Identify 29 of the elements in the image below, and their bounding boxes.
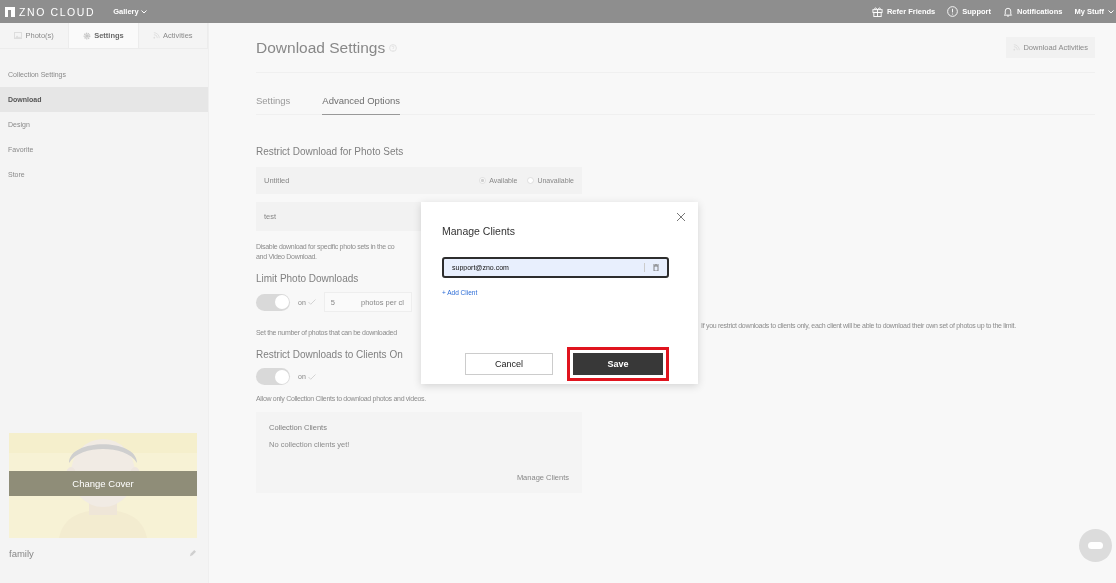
settings-tab[interactable]: Settings <box>256 95 291 115</box>
check-icon <box>307 373 316 380</box>
check-icon <box>307 299 316 305</box>
dialog-title: Manage Clients <box>442 225 516 237</box>
info-icon <box>947 6 959 17</box>
section-heading: Restrict Downloads to Clients On <box>256 349 404 360</box>
cover-caption[interactable]: Change Cover <box>72 478 134 489</box>
bell-icon <box>1003 6 1013 17</box>
gear-icon <box>83 31 92 40</box>
toggle-switch[interactable] <box>256 368 290 385</box>
close-icon[interactable] <box>676 212 686 222</box>
collection-name: family <box>9 548 34 559</box>
chevron-down-icon <box>1108 9 1114 14</box>
save-button[interactable]: Save <box>573 353 663 375</box>
section-heading: Restrict Download for Photo Sets <box>256 146 405 157</box>
trash-icon[interactable] <box>653 264 659 271</box>
logo-text: ZNO CLOUD <box>19 5 96 18</box>
cancel-button[interactable]: Cancel <box>465 353 553 375</box>
gift-icon <box>871 6 883 17</box>
radio-icon[interactable] <box>479 177 487 184</box>
section-heading: Limit Photo Downloads <box>256 273 360 284</box>
toggle-switch[interactable] <box>256 293 290 311</box>
radio-icon[interactable] <box>527 177 535 184</box>
chat-icon[interactable] <box>1079 529 1112 562</box>
pencil-icon[interactable] <box>189 550 196 557</box>
settings-tab[interactable]: Advanced Options <box>322 95 400 115</box>
page-title: Download Settings <box>256 38 386 57</box>
chevron-down-icon <box>140 9 147 14</box>
logo-icon <box>5 6 15 17</box>
